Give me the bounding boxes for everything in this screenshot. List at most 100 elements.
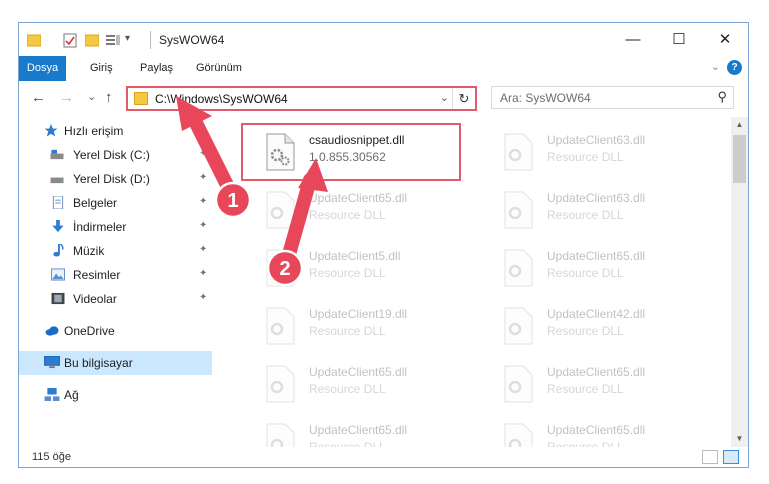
file-name: csaudiosnippet.dll — [309, 133, 405, 147]
pin-icon[interactable]: ✦ — [199, 244, 207, 255]
file-item-csaudiosnippet[interactable]: csaudiosnippet.dll 1.0.855.30562 — [241, 123, 461, 181]
address-bar[interactable]: C:\Windows\SysWOW64 ⌄ ↻ — [126, 86, 477, 111]
details-view-icon[interactable] — [702, 450, 718, 464]
address-path[interactable]: C:\Windows\SysWOW64 — [155, 92, 288, 106]
file-item[interactable]: UpdateClient65.dll Resource DLL — [241, 355, 461, 413]
tab-home[interactable]: Giriş — [90, 56, 113, 81]
pictures-icon — [51, 268, 65, 281]
sidebar-item-videos[interactable]: Videolar ✦ — [19, 287, 212, 311]
file-item[interactable]: UpdateClient63.dll Resource DLL — [479, 181, 699, 239]
address-dropdown-icon[interactable]: ⌄ — [440, 91, 449, 104]
sidebar-item-label: Yerel Disk (D:) — [73, 172, 150, 186]
folder-icon — [134, 92, 148, 105]
recent-locations-button[interactable]: ⌄ — [87, 90, 96, 103]
dll-file-icon — [504, 133, 533, 171]
file-item[interactable]: UpdateClient63.dll Resource DLL — [479, 123, 699, 181]
dll-file-icon — [266, 249, 295, 287]
pin-icon[interactable]: ✦ — [199, 220, 207, 231]
sidebar-item-label: Müzik — [73, 244, 105, 258]
document-icon — [52, 196, 64, 209]
dll-file-icon — [266, 307, 295, 345]
sidebar-item-drive-c[interactable]: Yerel Disk (C:) ✦ — [19, 143, 212, 167]
sidebar-item-onedrive[interactable]: OneDrive — [19, 319, 212, 343]
scroll-down-icon[interactable]: ▼ — [731, 431, 748, 447]
help-icon[interactable]: ? — [727, 60, 742, 75]
sidebar-item-quick-access[interactable]: Hızlı erişim — [19, 119, 212, 143]
sidebar-item-drive-d[interactable]: Yerel Disk (D:) ✦ — [19, 167, 212, 191]
sidebar-item-label: Ağ — [64, 388, 79, 402]
sidebar-item-label: Resimler — [73, 268, 121, 282]
download-icon — [52, 220, 64, 233]
pin-icon[interactable]: ✦ — [199, 292, 207, 303]
properties-icon[interactable] — [63, 32, 77, 48]
pin-icon[interactable]: ✦ — [199, 148, 207, 159]
pin-icon[interactable]: ✦ — [199, 196, 207, 207]
sidebar-item-label: Bu bilgisayar — [64, 356, 133, 370]
maximize-button[interactable]: ☐ — [656, 23, 702, 56]
file-item[interactable]: UpdateClient5.dll Resource DLL — [241, 239, 461, 297]
file-description: Resource DLL — [547, 324, 624, 338]
title-bar: ▾ SysWOW64 — ☐ ✕ — [19, 23, 748, 56]
file-description: Resource DLL — [309, 266, 386, 280]
sidebar-item-network[interactable]: Ağ — [19, 383, 212, 407]
file-name: UpdateClient42.dll — [547, 307, 646, 321]
explorer-window: ▾ SysWOW64 — ☐ ✕ Dosya Giriş Paylaş Görü… — [18, 22, 749, 468]
sidebar-item-music[interactable]: Müzik ✦ — [19, 239, 212, 263]
tab-share[interactable]: Paylaş — [140, 56, 173, 81]
file-name: UpdateClient65.dll — [309, 423, 408, 437]
folder-icon — [27, 34, 41, 47]
sidebar-item-label: Hızlı erişim — [64, 124, 124, 138]
sidebar-item-documents[interactable]: Belgeler ✦ — [19, 191, 212, 215]
new-folder-icon[interactable] — [85, 32, 99, 48]
navigation-bar: ← → ⌄ ↑ C:\Windows\SysWOW64 ⌄ ↻ Ara: Sys… — [19, 81, 748, 117]
dll-file-icon — [266, 191, 295, 229]
sidebar-item-label: Yerel Disk (C:) — [73, 148, 150, 162]
sidebar-item-this-pc[interactable]: Bu bilgisayar — [19, 351, 212, 375]
dll-file-icon — [504, 365, 533, 403]
minimize-button[interactable]: — — [610, 23, 656, 56]
pin-icon[interactable]: ✦ — [199, 268, 207, 279]
large-icons-view-icon[interactable] — [723, 450, 739, 464]
sidebar-item-label: OneDrive — [64, 324, 115, 338]
back-button[interactable]: ← — [31, 89, 46, 106]
up-button[interactable]: ↑ — [105, 89, 113, 106]
dll-file-icon — [504, 191, 533, 229]
drive-icon — [50, 177, 64, 184]
file-name: UpdateClient65.dll — [547, 365, 646, 379]
dll-file-icon — [504, 307, 533, 345]
file-name: UpdateClient19.dll — [309, 307, 408, 321]
refresh-button[interactable]: ↻ — [452, 88, 475, 109]
dll-file-icon — [266, 365, 295, 403]
video-icon — [51, 292, 65, 305]
forward-button[interactable]: → — [59, 89, 74, 106]
file-description: Resource DLL — [309, 324, 386, 338]
file-item[interactable]: UpdateClient42.dll Resource DLL — [479, 297, 699, 355]
scroll-up-icon[interactable]: ▲ — [731, 117, 748, 133]
file-item[interactable]: UpdateClient65.dll Resource DLL — [479, 239, 699, 297]
file-name: UpdateClient63.dll — [547, 133, 646, 147]
star-icon — [44, 124, 58, 137]
file-item[interactable]: UpdateClient65.dll Resource DLL — [479, 355, 699, 413]
scrollbar-thumb[interactable] — [733, 135, 746, 183]
window-title: SysWOW64 — [159, 33, 225, 47]
sidebar-item-label: Videolar — [73, 292, 117, 306]
sidebar-item-pictures[interactable]: Resimler ✦ — [19, 263, 212, 287]
file-name: UpdateClient5.dll — [309, 249, 401, 263]
close-button[interactable]: ✕ — [702, 23, 748, 56]
pin-icon[interactable]: ✦ — [199, 172, 207, 183]
quick-access-dropdown-icon[interactable]: ▾ — [125, 33, 130, 49]
ribbon-tabs: Dosya Giriş Paylaş Görünüm ⌄ ? — [19, 56, 748, 114]
status-bar: 115 öğe — [19, 447, 748, 467]
search-box[interactable]: Ara: SysWOW64 ⚲ — [491, 86, 734, 109]
search-placeholder[interactable]: Ara: SysWOW64 — [500, 91, 591, 105]
tab-view[interactable]: Görünüm — [196, 56, 242, 81]
vertical-scrollbar[interactable]: ▲ ▼ — [731, 117, 748, 447]
customize-toolbar-icon[interactable] — [105, 32, 121, 48]
file-name: UpdateClient63.dll — [547, 191, 646, 205]
ribbon-expand-icon[interactable]: ⌄ — [711, 60, 720, 73]
file-item[interactable]: UpdateClient65.dll Resource DLL — [241, 181, 461, 239]
file-item[interactable]: UpdateClient19.dll Resource DLL — [241, 297, 461, 355]
file-description: Resource DLL — [547, 266, 624, 280]
search-icon[interactable]: ⚲ — [717, 89, 727, 105]
sidebar-item-downloads[interactable]: İndirmeler ✦ — [19, 215, 212, 239]
